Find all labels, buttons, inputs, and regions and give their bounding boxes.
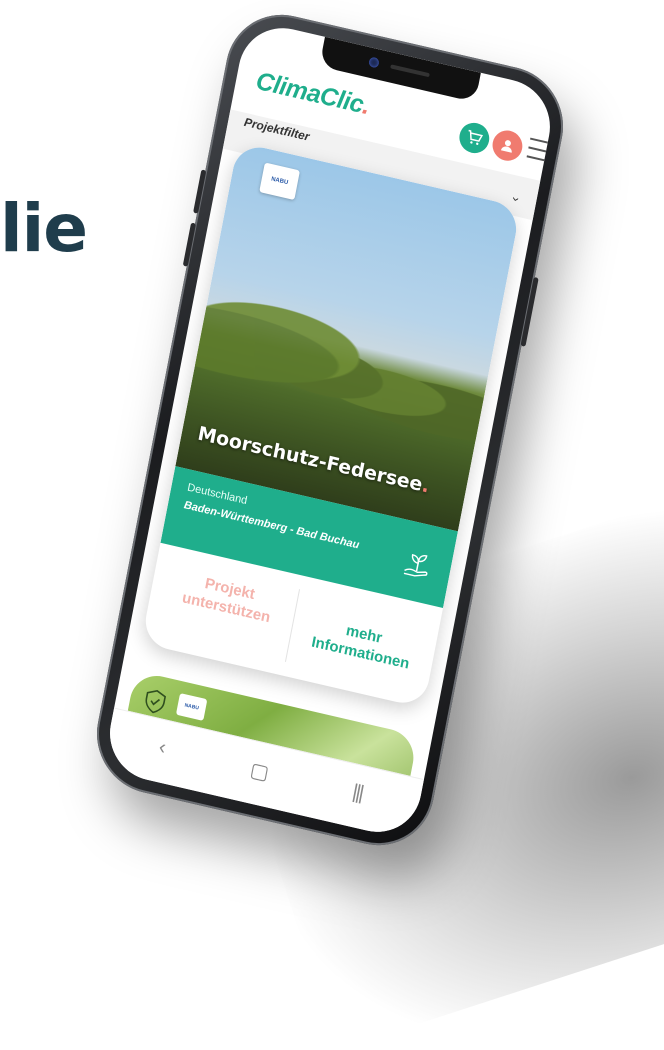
- project-photo: NABU Moorschutz-Federsee.: [175, 142, 521, 532]
- volume-button-up: [193, 169, 207, 214]
- user-button[interactable]: [489, 127, 525, 164]
- menu-line: [530, 137, 552, 145]
- menu-icon[interactable]: [526, 137, 552, 167]
- volume-button-down: [182, 222, 197, 267]
- recent-apps-icon[interactable]: |||: [340, 778, 374, 807]
- org-logo: NABU: [259, 162, 300, 201]
- logo-text: ClimaClic: [253, 66, 366, 119]
- shield-icon: [145, 689, 167, 714]
- cart-icon: [468, 129, 484, 146]
- more-info-button[interactable]: mehr Informationen: [298, 611, 427, 676]
- power-button: [520, 276, 539, 347]
- home-icon[interactable]: ▢: [243, 756, 277, 787]
- user-icon: [500, 140, 512, 153]
- project-region: Baden-Württemberg - Bad Buchau: [182, 499, 361, 552]
- menu-line: [528, 146, 551, 154]
- support-project-button[interactable]: Projekt unterstützen: [161, 565, 295, 632]
- chevron-down-icon[interactable]: ›: [508, 196, 523, 204]
- speaker-grille: [390, 64, 430, 78]
- cart-button[interactable]: [456, 119, 492, 157]
- org-logo: NABU: [175, 693, 208, 721]
- back-icon[interactable]: ‹: [146, 733, 180, 762]
- app-logo[interactable]: ClimaClic.: [254, 67, 372, 122]
- camera-icon: [368, 56, 380, 69]
- page-headline: lie: [0, 190, 88, 267]
- plant-hand-icon: [403, 553, 428, 577]
- menu-line: [526, 155, 549, 163]
- project-card[interactable]: NABU Moorschutz-Federsee. Deutschland Ba…: [140, 142, 521, 709]
